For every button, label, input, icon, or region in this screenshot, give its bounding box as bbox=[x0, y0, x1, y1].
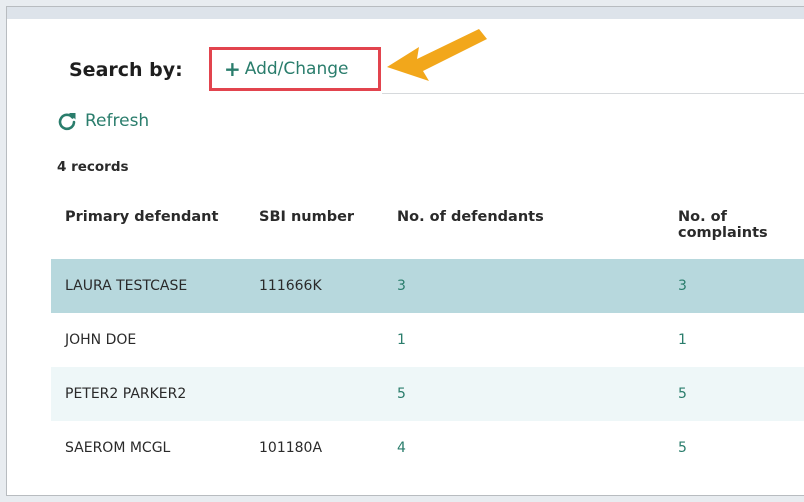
table-row[interactable]: LAURA TESTCASE 111666K 3 3 bbox=[51, 259, 804, 313]
records-count: 4 records bbox=[57, 159, 129, 175]
records-table: Primary defendant SBI number No. of defe… bbox=[51, 203, 804, 475]
primary-defendant-cell: LAURA TESTCASE bbox=[51, 259, 245, 313]
add-change-link[interactable]: + Add/Change bbox=[209, 47, 381, 91]
sbi-number-cell bbox=[245, 313, 383, 367]
primary-defendant-cell: SAEROM MCGL bbox=[65, 440, 171, 456]
header-no-of-defendants[interactable]: No. of defendants bbox=[383, 203, 664, 259]
header-sbi-number[interactable]: SBI number bbox=[245, 203, 383, 259]
add-change-label: Add/Change bbox=[244, 59, 349, 79]
app-frame: Search by: + Add/Change Refresh 4 record… bbox=[6, 6, 804, 496]
sbi-number-cell: 101180A bbox=[259, 440, 323, 456]
header-primary-defendant[interactable]: Primary defendant bbox=[51, 203, 245, 259]
no-of-complaints-link[interactable]: 5 bbox=[664, 367, 804, 421]
search-by-label: Search by: bbox=[69, 59, 183, 81]
no-of-defendants-link[interactable]: 3 bbox=[383, 259, 664, 313]
search-divider bbox=[382, 93, 804, 94]
no-of-complaints-link[interactable]: 3 bbox=[664, 259, 804, 313]
table-row[interactable]: PETER2 PARKER2 5 5 bbox=[51, 367, 804, 421]
refresh-link[interactable]: Refresh bbox=[57, 111, 149, 131]
refresh-label: Refresh bbox=[85, 111, 150, 131]
table-row[interactable]: SAEROM MCGL 101180A 4 5 bbox=[51, 421, 804, 475]
header-no-of-complaints[interactable]: No. of complaints bbox=[664, 203, 804, 259]
callout-arrow-icon bbox=[387, 29, 487, 81]
sbi-number-cell: 111666K bbox=[245, 259, 383, 313]
plus-icon: + bbox=[224, 57, 241, 81]
primary-defendant-cell: PETER2 PARKER2 bbox=[51, 367, 245, 421]
table-header-row: Primary defendant SBI number No. of defe… bbox=[51, 203, 804, 259]
no-of-defendants-link[interactable]: 1 bbox=[383, 313, 664, 367]
sbi-number-cell bbox=[245, 367, 383, 421]
table-row[interactable]: JOHN DOE 1 1 bbox=[51, 313, 804, 367]
no-of-defendants-link[interactable]: 4 bbox=[383, 421, 664, 475]
no-of-defendants-link[interactable]: 5 bbox=[383, 367, 664, 421]
search-by-row: Search by: bbox=[69, 53, 193, 87]
no-of-complaints-link[interactable]: 5 bbox=[664, 421, 804, 475]
refresh-icon bbox=[58, 113, 76, 131]
no-of-complaints-link[interactable]: 1 bbox=[664, 313, 804, 367]
primary-defendant-cell: JOHN DOE bbox=[65, 332, 137, 348]
